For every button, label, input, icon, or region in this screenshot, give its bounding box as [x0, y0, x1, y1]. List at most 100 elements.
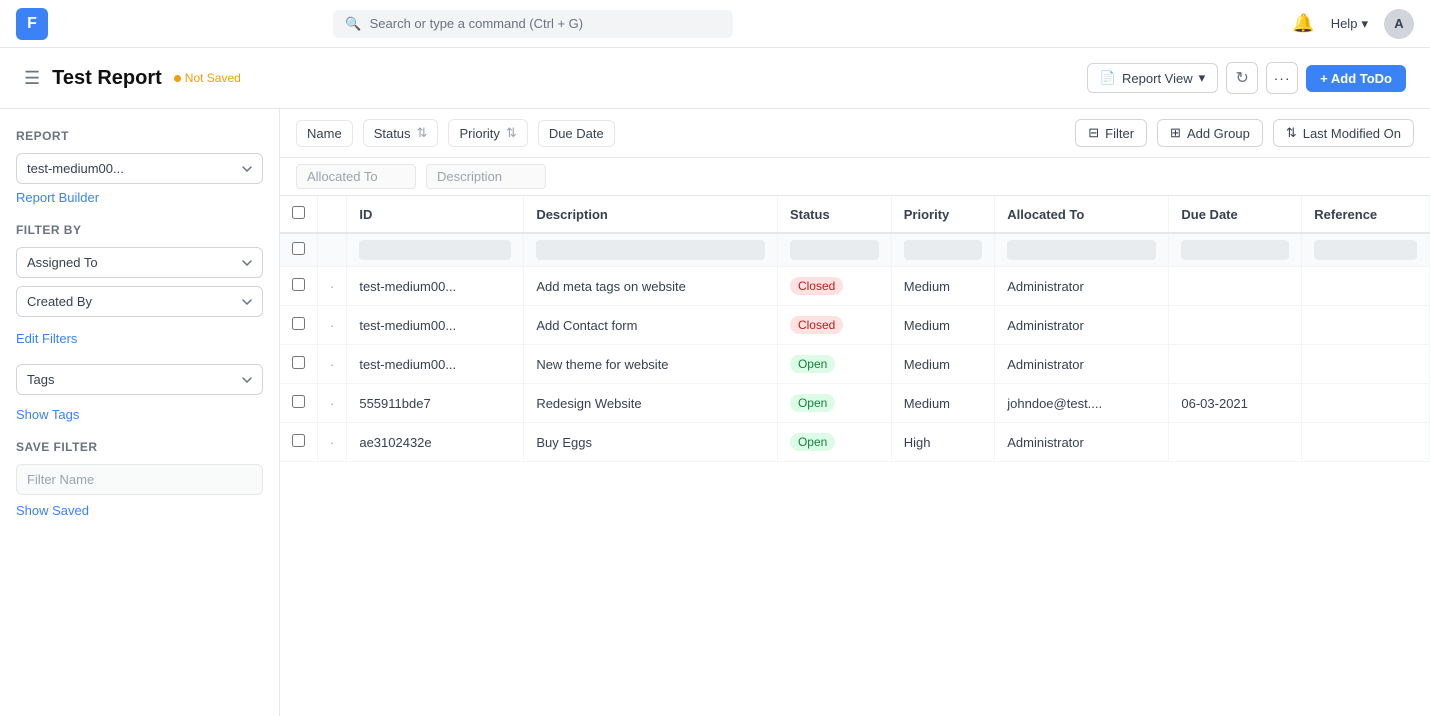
- avatar[interactable]: A: [1384, 9, 1414, 39]
- filter-icon: ⊟: [1088, 125, 1099, 141]
- row-description[interactable]: New theme for website: [524, 345, 778, 384]
- row-id[interactable]: ae3102432e: [347, 423, 524, 462]
- row-checkbox[interactable]: [292, 278, 305, 291]
- search-placeholder: Search or type a command (Ctrl + G): [370, 16, 584, 31]
- row-priority[interactable]: High: [891, 423, 995, 462]
- row-priority[interactable]: Medium: [891, 384, 995, 423]
- row-checkbox-cell[interactable]: [280, 345, 318, 384]
- table-toolbar: Name Status ⇅ Priority ⇅ Due Date ⊟ Filt…: [280, 109, 1430, 158]
- row-checkbox[interactable]: [292, 317, 305, 330]
- row-id[interactable]: test-medium00...: [347, 345, 524, 384]
- row-checkbox[interactable]: [292, 395, 305, 408]
- row-due-date[interactable]: [1169, 306, 1302, 345]
- row-allocated-to[interactable]: Administrator: [995, 267, 1169, 306]
- report-builder-link[interactable]: Report Builder: [16, 190, 99, 205]
- row-status[interactable]: Open: [777, 423, 891, 462]
- row-checkbox-cell[interactable]: [280, 384, 318, 423]
- filter-description-cell[interactable]: [524, 233, 778, 267]
- row-allocated-to[interactable]: Administrator: [995, 306, 1169, 345]
- filter-checkbox-cell[interactable]: [280, 233, 318, 267]
- status-field-label: Status: [374, 126, 411, 141]
- row-status[interactable]: Closed: [777, 306, 891, 345]
- row-status[interactable]: Open: [777, 345, 891, 384]
- select-all-checkbox[interactable]: [292, 206, 305, 219]
- search-bar[interactable]: 🔍 Search or type a command (Ctrl + G): [333, 10, 733, 38]
- row-reference[interactable]: [1302, 345, 1430, 384]
- row-due-date[interactable]: 06-03-2021: [1169, 384, 1302, 423]
- filter-id-cell[interactable]: [347, 233, 524, 267]
- bell-icon[interactable]: 🔔: [1292, 13, 1314, 34]
- row-allocated-to[interactable]: Administrator: [995, 423, 1169, 462]
- filter-reference-cell[interactable]: [1302, 233, 1430, 267]
- status-column-header: Status: [777, 196, 891, 233]
- add-todo-button[interactable]: + Add ToDo: [1306, 65, 1406, 92]
- layout: Report test-medium00... All ToDos My ToD…: [0, 109, 1430, 716]
- filter-created-select[interactable]: Created By Assigned To Tags: [16, 286, 263, 317]
- row-priority[interactable]: Medium: [891, 267, 995, 306]
- filter-button[interactable]: ⊟ Filter: [1075, 119, 1147, 147]
- report-view-button[interactable]: 📄 Report View ▾: [1087, 63, 1218, 93]
- edit-filters-link[interactable]: Edit Filters: [16, 331, 77, 346]
- due-date-field[interactable]: Due Date: [538, 120, 615, 147]
- menu-icon[interactable]: ☰: [24, 68, 40, 89]
- refresh-button[interactable]: ↻: [1226, 62, 1258, 94]
- row-checkbox[interactable]: [292, 356, 305, 369]
- filter-status-cell[interactable]: [777, 233, 891, 267]
- row-checkbox-cell[interactable]: [280, 423, 318, 462]
- show-saved-link[interactable]: Show Saved: [16, 503, 89, 518]
- show-tags-link[interactable]: Show Tags: [16, 407, 79, 422]
- row-due-date[interactable]: [1169, 345, 1302, 384]
- row-allocated-to[interactable]: Administrator: [995, 345, 1169, 384]
- description-column-header: Description: [524, 196, 778, 233]
- row-priority[interactable]: Medium: [891, 345, 995, 384]
- priority-field[interactable]: Priority ⇅: [448, 119, 527, 147]
- row-id[interactable]: 555911bde7: [347, 384, 524, 423]
- row-dot-cell: ·: [318, 267, 347, 306]
- help-button[interactable]: Help ▾: [1331, 16, 1368, 32]
- filter-name-input[interactable]: [16, 464, 263, 495]
- main-content: Name Status ⇅ Priority ⇅ Due Date ⊟ Filt…: [280, 109, 1430, 716]
- row-description[interactable]: Redesign Website: [524, 384, 778, 423]
- row-allocated-to[interactable]: johndoe@test....: [995, 384, 1169, 423]
- group-icon: ⊞: [1170, 125, 1181, 141]
- row-checkbox[interactable]: [292, 434, 305, 447]
- row-reference[interactable]: [1302, 267, 1430, 306]
- more-options-button[interactable]: ···: [1266, 62, 1298, 94]
- row-description[interactable]: Buy Eggs: [524, 423, 778, 462]
- row-reference[interactable]: [1302, 306, 1430, 345]
- refresh-icon: ↻: [1235, 68, 1248, 88]
- row-description[interactable]: Add meta tags on website: [524, 267, 778, 306]
- description-field[interactable]: Description: [426, 164, 546, 189]
- app-logo[interactable]: F: [16, 8, 48, 40]
- allocated-to-field[interactable]: Allocated To: [296, 164, 416, 189]
- add-group-button[interactable]: ⊞ Add Group: [1157, 119, 1263, 147]
- report-select[interactable]: test-medium00... All ToDos My ToDos: [16, 153, 263, 184]
- name-field[interactable]: Name: [296, 120, 353, 147]
- allocated-to-column-header: Allocated To: [995, 196, 1169, 233]
- tags-group: Tags Priority Status Show Tags: [16, 364, 263, 422]
- status-field[interactable]: Status ⇅: [363, 119, 439, 147]
- priority-column-header: Priority: [891, 196, 995, 233]
- filter-assigned-select[interactable]: Assigned To Created By Tags: [16, 247, 263, 278]
- filter-row-checkbox[interactable]: [292, 242, 305, 255]
- tags-select[interactable]: Tags Priority Status: [16, 364, 263, 395]
- row-checkbox-cell[interactable]: [280, 306, 318, 345]
- filter-priority-cell[interactable]: [891, 233, 995, 267]
- filter-allocated-cell[interactable]: [995, 233, 1169, 267]
- select-all-header[interactable]: [280, 196, 318, 233]
- row-due-date[interactable]: [1169, 267, 1302, 306]
- filter-due-date-cell[interactable]: [1169, 233, 1302, 267]
- row-checkbox-cell[interactable]: [280, 267, 318, 306]
- row-reference[interactable]: [1302, 423, 1430, 462]
- sort-button[interactable]: ⇅ Last Modified On: [1273, 119, 1414, 147]
- not-saved-badge: Not Saved: [174, 71, 241, 85]
- row-status[interactable]: Closed: [777, 267, 891, 306]
- row-description[interactable]: Add Contact form: [524, 306, 778, 345]
- row-id[interactable]: test-medium00...: [347, 306, 524, 345]
- row-reference[interactable]: [1302, 384, 1430, 423]
- row-due-date[interactable]: [1169, 423, 1302, 462]
- row-priority[interactable]: Medium: [891, 306, 995, 345]
- row-status[interactable]: Open: [777, 384, 891, 423]
- row-id[interactable]: test-medium00...: [347, 267, 524, 306]
- save-filter-group: Save Filter Show Saved: [16, 440, 263, 518]
